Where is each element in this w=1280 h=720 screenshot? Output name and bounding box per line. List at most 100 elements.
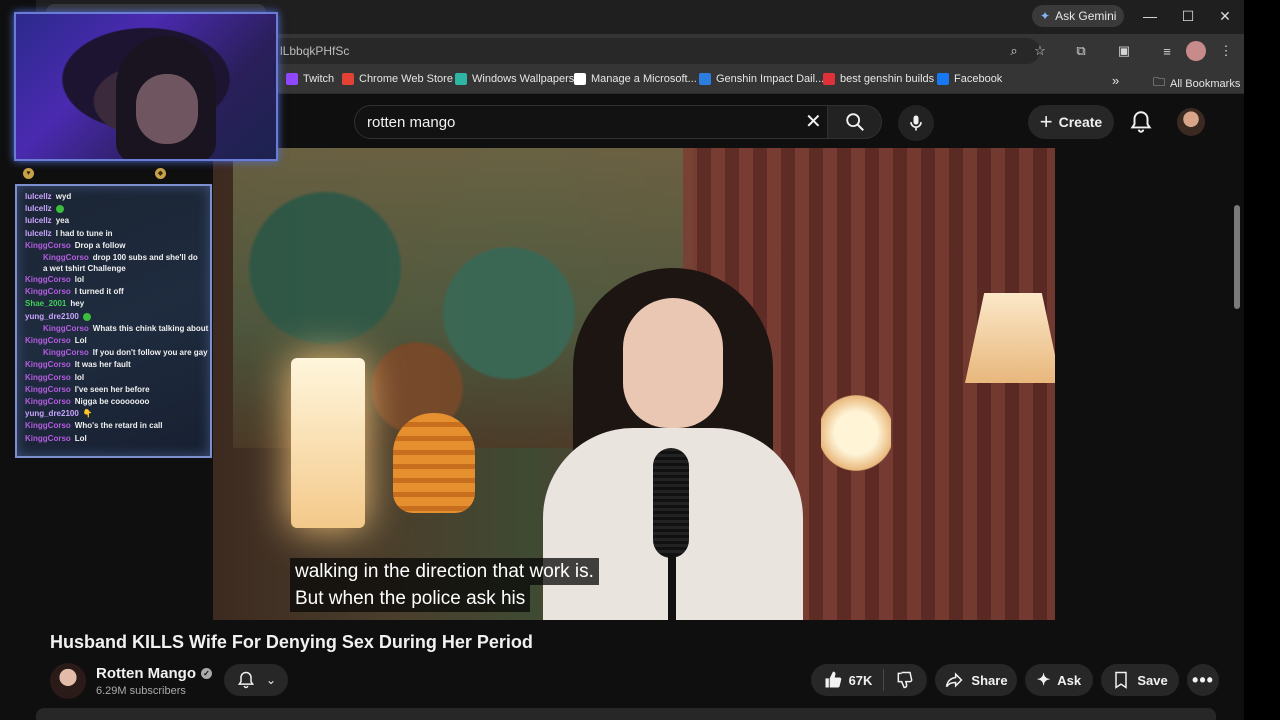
chat-emote-icon [82, 312, 91, 321]
youtube-page: rotten mango ✕ + Create walking in the d… [36, 95, 1244, 720]
extensions-icon[interactable]: ⧉ [1071, 41, 1091, 61]
divider [883, 669, 885, 691]
minimize-icon[interactable]: — [1136, 5, 1164, 27]
gemini-icon: ✦ [1040, 9, 1051, 23]
thumbs-down-icon[interactable] [895, 670, 915, 690]
chat-username: yung_dre2100 [25, 311, 79, 321]
ask-button[interactable]: ✦ Ask [1025, 664, 1093, 696]
decor-badge-icon: ◆ [155, 168, 166, 179]
caption-line: walking in the direction that work is. [290, 558, 599, 585]
channel-name-link[interactable]: Rotten Mango ✓ [96, 665, 212, 682]
microphone-stand [668, 553, 676, 620]
search-icon [845, 113, 864, 131]
chat-message: lulcellz wyd [25, 191, 202, 203]
subscriber-count: 6.29M subscribers [96, 685, 186, 697]
secondary-column [1055, 148, 1237, 620]
chat-username: Shae_2001 [25, 299, 67, 309]
zoom-icon[interactable]: ⌕ [1004, 41, 1024, 61]
notifications-bell-icon[interactable] [1128, 109, 1154, 135]
like-button[interactable]: 67K [823, 670, 872, 690]
like-dislike-group: 67K [811, 664, 927, 696]
chat-username: KinggCorso [25, 287, 71, 297]
clear-search-icon[interactable]: ✕ [805, 112, 822, 132]
search-button[interactable] [828, 105, 882, 139]
chat-emote-icon [55, 205, 64, 214]
bookmark-star-icon[interactable]: ☆ [1030, 41, 1050, 61]
save-button[interactable]: Save [1101, 664, 1179, 696]
chat-message: Shae_2001 hey [25, 298, 202, 310]
ask-gemini-button[interactable]: ✦ Ask Gemini [1032, 5, 1125, 27]
chat-text: lol [74, 372, 85, 382]
tab-search-icon[interactable]: ▣ [1114, 41, 1134, 61]
chat-username: KinggCorso [25, 360, 71, 370]
search-input[interactable]: rotten mango ✕ [354, 105, 828, 139]
microphone-icon [910, 115, 922, 131]
chat-message: KinggCorso Drop a follow [25, 240, 202, 252]
chat-username: KinggCorso [25, 421, 71, 431]
page-scrollbar[interactable] [1234, 205, 1240, 309]
chat-text: Who's the retard in call [74, 421, 163, 431]
bookmark-label: Chrome Web Store [359, 73, 453, 85]
more-horizontal-icon: ••• [1192, 669, 1214, 690]
create-button[interactable]: + Create [1028, 105, 1114, 139]
more-actions-button[interactable]: ••• [1187, 664, 1219, 696]
maximize-icon[interactable]: ☐ [1174, 5, 1202, 27]
video-title: Husband KILLS Wife For Denying Sex Durin… [50, 632, 533, 652]
bookmark-favicon-icon [286, 73, 298, 85]
chat-message: KinggCorso Whats this chink talking about [25, 323, 208, 335]
chat-message: KinggCorso I turned it off [25, 286, 202, 298]
all-bookmarks-folder[interactable]: 🗀 All Bookmarks [1153, 73, 1240, 94]
bookmark-item[interactable]: Genshin Impact Dail... [699, 73, 824, 85]
bookmark-item[interactable]: Manage a Microsoft... [574, 73, 697, 85]
bookmark-label: Windows Wallpapers [472, 73, 575, 85]
ask-label: Ask [1057, 672, 1082, 688]
chat-message: KinggCorso lol [25, 372, 202, 384]
channel-avatar[interactable] [50, 663, 86, 699]
chat-message: KinggCorso Nigga be cooooooo [25, 396, 202, 408]
bookmark-item[interactable]: Twitch [286, 73, 334, 85]
share-icon [946, 672, 963, 688]
save-label: Save [1137, 672, 1168, 688]
address-bar[interactable]: lLbbqkPHfSc [270, 38, 1040, 64]
bookmark-favicon-icon [699, 73, 711, 85]
chat-text: Whats this chink talking about [92, 323, 209, 333]
chat-text: lol [74, 275, 85, 285]
search-query: rotten mango [367, 114, 456, 131]
chat-message: KinggCorso If you don't follow you are ga… [25, 347, 208, 359]
chat-message: yung_dre2100 [25, 311, 202, 323]
caption-line: But when the police ask his [290, 585, 531, 612]
media-controls-icon[interactable]: ≡ [1157, 41, 1177, 61]
voice-search-button[interactable] [898, 105, 934, 141]
bookmark-favicon-icon [937, 73, 949, 85]
share-button[interactable]: Share [935, 664, 1017, 696]
more-bookmarks-icon[interactable]: » [1112, 73, 1119, 88]
profile-avatar-icon[interactable] [1186, 41, 1206, 61]
account-avatar[interactable] [1177, 108, 1205, 136]
bookmark-item[interactable]: Windows Wallpapers [455, 73, 574, 85]
bookmark-label: best genshin builds [840, 73, 935, 85]
stream-chat-overlay: lulcellz wyd lulcellz lulcellz yea lulcellz I … [15, 184, 212, 458]
bookmark-item[interactable]: best genshin builds [823, 73, 934, 85]
video-player[interactable]: walking in the direction that work is. B… [213, 148, 1055, 620]
streamer-webcam-overlay [14, 12, 278, 161]
ask-gemini-label: Ask Gemini [1055, 9, 1117, 23]
studio-microphone [653, 448, 689, 558]
bookmark-item[interactable]: Chrome Web Store [342, 73, 453, 85]
chat-text: I've seen her before [74, 384, 150, 394]
chat-username: KinggCorso [25, 372, 71, 382]
floor-lamp [291, 358, 365, 528]
chat-text: I turned it off [74, 287, 124, 297]
bookmark-label: Twitch [303, 73, 335, 85]
bell-icon [237, 671, 255, 689]
bookmark-item[interactable]: Facebook [937, 73, 1002, 85]
screen-edge [1244, 0, 1280, 720]
chat-username: KinggCorso [25, 384, 71, 394]
subscription-notifications-button[interactable]: ⌄ [224, 664, 288, 696]
sparkle-icon: ✦ [1036, 672, 1051, 689]
chat-username: lulcellz [25, 216, 52, 226]
close-icon[interactable]: ✕ [1211, 5, 1239, 27]
menu-icon[interactable]: ⋮ [1216, 41, 1236, 61]
webcam-decor: ♥ ◆ [14, 166, 278, 182]
bookmark-favicon-icon [574, 73, 586, 85]
chat-username: lulcellz [25, 192, 52, 201]
